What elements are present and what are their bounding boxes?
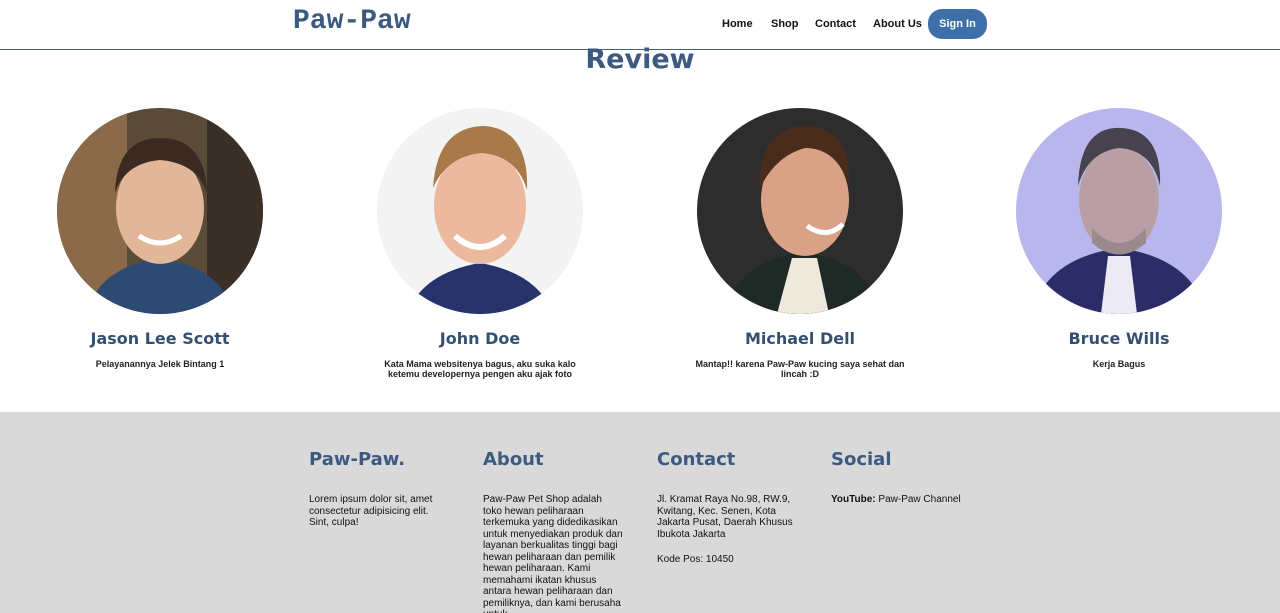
- site-logo[interactable]: Paw-Paw: [293, 6, 411, 37]
- nav-about-wrap: About Us: [873, 0, 922, 48]
- footer-social: Social YouTube: Paw-Paw Channel: [831, 449, 991, 506]
- nav-about-us[interactable]: About Us: [873, 18, 922, 30]
- sign-in-button[interactable]: Sign In: [928, 9, 987, 39]
- footer-brand-text: Lorem ipsum dolor sit, amet consectetur …: [309, 494, 433, 528]
- nav-shop-wrap: Shop: [771, 0, 799, 48]
- reviewer-photo-image: [1016, 108, 1222, 314]
- footer-brand: Paw-Paw. Lorem ipsum dolor sit, amet con…: [309, 449, 449, 529]
- review-text: Pelayanannya Jelek Bintang 1: [95, 359, 225, 369]
- review-text: Kata Mama websitenya bagus, aku suka kal…: [384, 359, 576, 379]
- nav-contact[interactable]: Contact: [815, 18, 856, 30]
- reviewer-name: John Doe: [439, 329, 521, 348]
- nav-home[interactable]: Home: [722, 18, 753, 30]
- youtube-label: YouTube:: [831, 494, 876, 505]
- reviewer-name: Bruce Wills: [1068, 329, 1170, 348]
- footer-brand-title: Paw-Paw.: [309, 449, 406, 470]
- footer-about-text: Paw-Paw Pet Shop adalah toko hewan pelih…: [483, 494, 623, 613]
- review-card: Michael Dell Mantap!! karena Paw-Paw kuc…: [685, 108, 915, 379]
- site-header: Paw-Paw Home Shop Contact About Us Sign …: [0, 0, 1280, 50]
- reviewer-photo: [57, 108, 263, 314]
- review-card: Bruce Wills Kerja Bagus: [1004, 108, 1234, 369]
- reviewer-photo-image: [697, 108, 903, 314]
- reviewer-photo: [377, 108, 583, 314]
- review-card: Jason Lee Scott Pelayanannya Jelek Binta…: [45, 108, 275, 369]
- review-text: Mantap!! karena Paw-Paw kucing saya seha…: [695, 359, 905, 379]
- footer-social-item: YouTube: Paw-Paw Channel: [831, 494, 991, 506]
- review-text: Kerja Bagus: [1092, 359, 1146, 369]
- footer-contact-title: Contact: [657, 449, 736, 470]
- footer-about: About Paw-Paw Pet Shop adalah toko hewan…: [483, 449, 623, 613]
- reviewer-photo: [697, 108, 903, 314]
- footer-about-title: About: [483, 449, 544, 470]
- footer-social-title: Social: [831, 449, 892, 470]
- youtube-link[interactable]: Paw-Paw Channel: [878, 494, 960, 505]
- reviewer-photo-image: [377, 108, 583, 314]
- review-title: Review: [585, 44, 695, 75]
- reviewer-name: Jason Lee Scott: [90, 329, 230, 348]
- footer-contact: Contact Jl. Kramat Raya No.98, RW.9, Kwi…: [657, 449, 797, 566]
- footer-contact-postal: Kode Pos: 10450: [657, 554, 734, 565]
- reviewer-photo-image: [57, 108, 263, 314]
- reviewer-photo: [1016, 108, 1222, 314]
- footer-contact-address: Jl. Kramat Raya No.98, RW.9, Kwitang, Ke…: [657, 494, 793, 540]
- reviewer-name: Michael Dell: [744, 329, 856, 348]
- nav-contact-wrap: Contact: [815, 0, 856, 48]
- site-footer: Paw-Paw. Lorem ipsum dolor sit, amet con…: [0, 412, 1280, 613]
- review-card: John Doe Kata Mama websitenya bagus, aku…: [365, 108, 595, 379]
- nav-shop[interactable]: Shop: [771, 18, 799, 30]
- nav-home-wrap: Home: [722, 0, 753, 48]
